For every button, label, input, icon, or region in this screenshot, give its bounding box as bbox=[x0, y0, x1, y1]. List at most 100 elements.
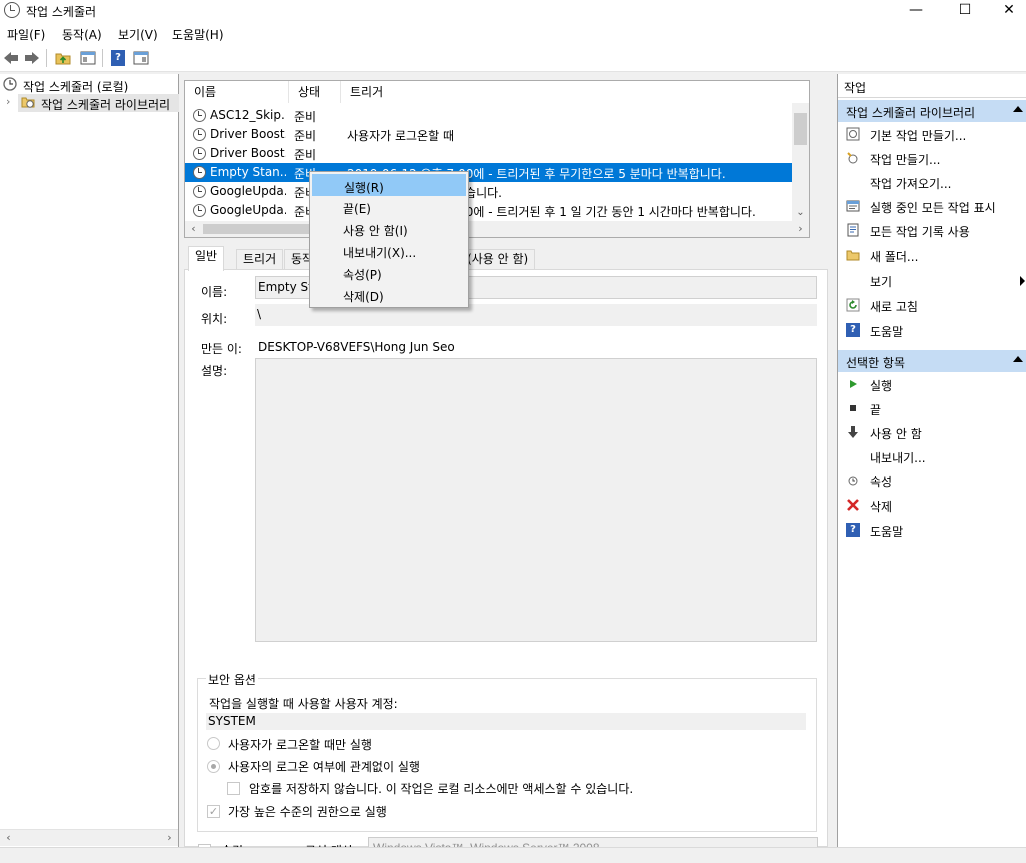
task-row[interactable]: Driver Boost... 준비 bbox=[185, 144, 809, 163]
security-options-title: 보안 옵션 bbox=[206, 671, 258, 688]
location-label: 위치: bbox=[201, 312, 228, 326]
description-field[interactable] bbox=[255, 358, 817, 642]
task-name: Empty Stan... bbox=[210, 165, 286, 179]
action-run[interactable]: 실행 bbox=[838, 374, 1026, 396]
task-clock-icon bbox=[193, 166, 206, 179]
help-icon[interactable]: ? bbox=[111, 50, 125, 66]
tab-general[interactable]: 일반 bbox=[188, 246, 225, 271]
column-trigger[interactable]: 트리거 bbox=[341, 81, 809, 103]
action-end[interactable]: 끝 bbox=[838, 398, 1026, 420]
highest-privileges-label: 가장 높은 수준의 권한으로 실행 bbox=[228, 805, 387, 819]
maximize-button[interactable]: ☐ bbox=[942, 0, 988, 22]
section-library-label: 작업 스케줄러 라이브러리 bbox=[846, 106, 976, 120]
action-label: 도움말 bbox=[870, 525, 904, 539]
highest-privileges-checkbox[interactable]: ✓ bbox=[207, 805, 220, 818]
help-icon: ? bbox=[846, 323, 860, 337]
action-display-running-tasks[interactable]: 실행 중인 모든 작업 표시 bbox=[838, 196, 1026, 218]
scroll-right-icon[interactable]: › bbox=[792, 221, 809, 237]
context-delete[interactable]: 삭제(D) bbox=[312, 284, 466, 306]
folder-icon bbox=[846, 250, 860, 261]
action-disable[interactable]: 사용 안 함 bbox=[838, 422, 1026, 444]
task-list-vertical-scrollbar[interactable]: ⌄ bbox=[792, 103, 809, 221]
scroll-right-icon[interactable]: › bbox=[161, 830, 178, 846]
column-status[interactable]: 상태 bbox=[289, 81, 341, 103]
submenu-arrow-icon bbox=[1020, 276, 1025, 286]
task-clock-icon bbox=[193, 109, 206, 122]
context-end[interactable]: 끝(E) bbox=[312, 196, 466, 218]
disable-arrow-icon bbox=[848, 426, 858, 438]
action-label: 새로 고침 bbox=[870, 300, 918, 314]
task-list-horizontal-scrollbar[interactable]: ‹ › bbox=[185, 221, 809, 237]
task-row[interactable]: GoogleUpda... 준비 여러 트리거가 정의되었습니다. bbox=[185, 182, 809, 201]
radio-whether-logged-on[interactable] bbox=[207, 760, 220, 773]
task-row[interactable]: Driver Boost... 준비 사용자가 로그온할 때 bbox=[185, 125, 809, 144]
tree-root-label: 작업 스케줄러 (로컬) bbox=[23, 80, 129, 94]
collapse-icon[interactable] bbox=[1013, 356, 1023, 362]
back-arrow-icon[interactable] bbox=[3, 50, 19, 66]
task-status: 준비 bbox=[294, 110, 317, 124]
action-view[interactable]: 보기 bbox=[838, 270, 1026, 292]
action-label: 실행 bbox=[870, 379, 893, 393]
action-create-task[interactable]: 작업 만들기... bbox=[838, 148, 1026, 170]
task-row[interactable]: ASC12_Skip... 준비 bbox=[185, 106, 809, 125]
action-help[interactable]: ? 도움말 bbox=[838, 320, 1026, 342]
action-enable-history[interactable]: 모든 작업 기록 사용 bbox=[838, 220, 1026, 242]
action-delete[interactable]: 삭제 bbox=[838, 495, 1026, 517]
action-label: 사용 안 함 bbox=[870, 427, 922, 441]
menu-help[interactable]: 도움말(H) bbox=[172, 26, 224, 43]
title-bar: 작업 스케줄러 — ☐ ✕ bbox=[0, 0, 1026, 22]
toolbar-separator bbox=[102, 49, 103, 67]
no-password-checkbox[interactable] bbox=[227, 782, 240, 795]
horizontal-scrollbar[interactable]: ‹ › bbox=[0, 829, 178, 846]
action-export[interactable]: 내보내기... bbox=[838, 446, 1026, 468]
description-label: 설명: bbox=[201, 364, 228, 378]
action-label: 도움말 bbox=[870, 325, 904, 339]
menu-action[interactable]: 동작(A) bbox=[62, 26, 102, 43]
radio-logged-on-only[interactable] bbox=[207, 737, 220, 750]
context-export[interactable]: 내보내기(X)... bbox=[312, 240, 466, 262]
menu-file[interactable]: 파일(F) bbox=[7, 26, 45, 43]
running-tasks-icon bbox=[846, 200, 860, 212]
action-import-task[interactable]: 작업 가져오기... bbox=[838, 172, 1026, 194]
tab-triggers[interactable]: 트리거 bbox=[236, 249, 284, 270]
column-name[interactable]: 이름 bbox=[185, 81, 289, 103]
wizard-icon bbox=[846, 127, 860, 141]
action-create-basic-task[interactable]: 기본 작업 만들기... bbox=[838, 124, 1026, 146]
action-properties[interactable]: 속성 bbox=[838, 470, 1026, 492]
context-run[interactable]: 실행(R) bbox=[312, 174, 466, 196]
forward-arrow-icon[interactable] bbox=[24, 50, 40, 66]
action-label: 모든 작업 기록 사용 bbox=[870, 225, 970, 239]
task-status: 준비 bbox=[294, 129, 317, 143]
tree-node-library[interactable]: › 작업 스케줄러 라이브러리 bbox=[0, 94, 179, 112]
close-button[interactable]: ✕ bbox=[986, 0, 1026, 22]
action-label: 새 폴더... bbox=[870, 250, 919, 264]
author-value: DESKTOP-V68VEFS\Hong Jun Seo bbox=[258, 340, 455, 354]
chevron-right-icon[interactable]: › bbox=[6, 95, 10, 108]
navigation-tree-pane: 작업 스케줄러 (로컬) › 작업 스케줄러 라이브러리 ‹ › bbox=[0, 74, 179, 847]
section-selected-item[interactable]: 선택한 항목 bbox=[838, 350, 1026, 372]
show-hide-action-pane-icon[interactable] bbox=[133, 50, 149, 66]
refresh-icon bbox=[846, 298, 860, 312]
account-field[interactable]: SYSTEM bbox=[206, 713, 806, 730]
task-row-selected[interactable]: Empty Stan... 준비 2019-06-12 오후 7:00에 - 트… bbox=[185, 163, 794, 182]
context-disable[interactable]: 사용 안 함(I) bbox=[312, 218, 466, 240]
action-new-folder[interactable]: 새 폴더... bbox=[838, 245, 1026, 267]
scroll-down-icon[interactable]: ⌄ bbox=[792, 205, 809, 221]
section-library[interactable]: 작업 스케줄러 라이브러리 bbox=[838, 100, 1026, 122]
scroll-left-icon[interactable]: ‹ bbox=[185, 221, 202, 237]
tree-node-root[interactable]: 작업 스케줄러 (로컬) bbox=[0, 76, 179, 94]
run-icon bbox=[850, 380, 857, 388]
scroll-left-icon[interactable]: ‹ bbox=[0, 830, 17, 846]
collapse-icon[interactable] bbox=[1013, 106, 1023, 112]
action-label: 끝 bbox=[870, 403, 882, 417]
context-properties[interactable]: 속성(P) bbox=[312, 262, 466, 284]
action-help-selected[interactable]: ? 도움말 bbox=[838, 520, 1026, 542]
menu-view[interactable]: 보기(V) bbox=[118, 26, 158, 43]
show-hide-tree-icon[interactable] bbox=[80, 50, 96, 66]
folder-up-icon[interactable] bbox=[55, 50, 71, 66]
task-name: Driver Boost... bbox=[210, 146, 286, 160]
minimize-button[interactable]: — bbox=[893, 0, 939, 22]
task-row[interactable]: GoogleUpda... 준비 2019-06-13 오후 7:00에 - 트… bbox=[185, 201, 809, 220]
action-refresh[interactable]: 새로 고침 bbox=[838, 295, 1026, 317]
scroll-thumb[interactable] bbox=[794, 113, 807, 145]
